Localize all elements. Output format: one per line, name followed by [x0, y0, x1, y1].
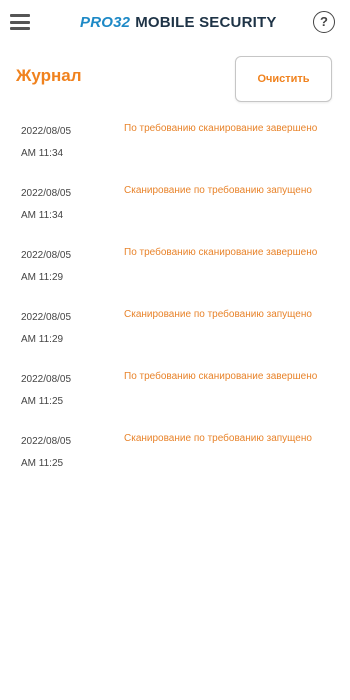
top-app-bar: PRO32 MOBILE SECURITY ?: [0, 0, 350, 44]
log-entry-message: По требованию сканирование завершено: [124, 247, 318, 258]
hamburger-menu-icon[interactable]: [10, 14, 30, 30]
log-entry: 2022/08/05 AM 11:34 По требованию сканир…: [0, 119, 350, 181]
log-entry-date: 2022/08/05: [21, 374, 72, 385]
log-entry: 2022/08/05 AM 11:25 По требованию сканир…: [0, 367, 350, 429]
log-entry-message: Сканирование по требованию запущено: [124, 433, 312, 444]
log-entry-time: AM 11:25: [21, 396, 64, 407]
help-icon: ?: [320, 14, 328, 29]
brand-logo: PRO32 MOBILE SECURITY: [80, 12, 277, 32]
log-entry-date: 2022/08/05: [21, 250, 72, 261]
log-entry: 2022/08/05 AM 11:34 Сканирование по треб…: [0, 181, 350, 243]
clear-log-button[interactable]: Очистить: [235, 56, 332, 102]
log-entry-message: По требованию сканирование завершено: [124, 371, 318, 382]
log-entry-time: AM 11:29: [21, 272, 64, 283]
log-entry-message: Сканирование по требованию запущено: [124, 185, 312, 196]
page-title: Журнал: [16, 66, 82, 85]
log-entry-message: Сканирование по требованию запущено: [124, 309, 312, 320]
log-entry-time: AM 11:29: [21, 334, 64, 345]
log-entry-time: AM 11:34: [21, 148, 64, 159]
log-entry-time: AM 11:25: [21, 458, 64, 469]
log-entry-date: 2022/08/05: [21, 436, 72, 447]
log-list: 2022/08/05 AM 11:34 По требованию сканир…: [0, 119, 350, 491]
log-entry: 2022/08/05 AM 11:25 Сканирование по треб…: [0, 429, 350, 491]
log-entry: 2022/08/05 AM 11:29 По требованию сканир…: [0, 243, 350, 305]
brand-suffix: MOBILE SECURITY: [135, 13, 277, 31]
log-entry-message: По требованию сканирование завершено: [124, 123, 318, 134]
help-button[interactable]: ?: [313, 11, 335, 33]
log-entry-time: AM 11:34: [21, 210, 64, 221]
log-entry-date: 2022/08/05: [21, 126, 72, 137]
log-entry-date: 2022/08/05: [21, 312, 72, 323]
brand-prefix: PRO32: [80, 13, 131, 31]
log-entry-date: 2022/08/05: [21, 188, 72, 199]
log-entry: 2022/08/05 AM 11:29 Сканирование по треб…: [0, 305, 350, 367]
